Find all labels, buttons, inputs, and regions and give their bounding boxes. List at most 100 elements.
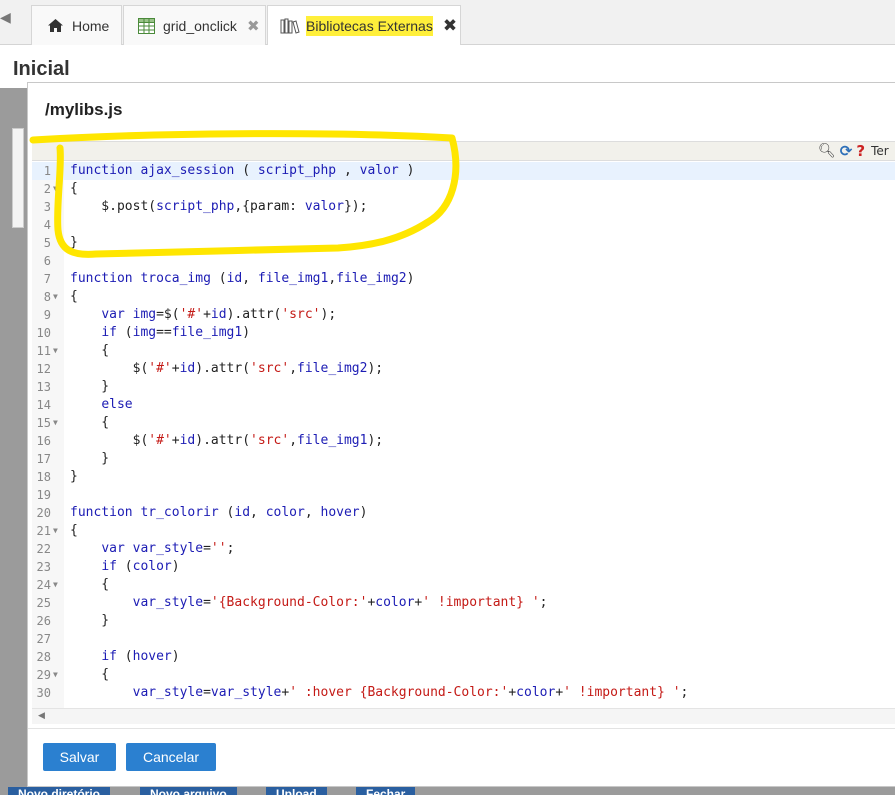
horizontal-scrollbar[interactable]: ◀	[32, 708, 895, 724]
line-number: 24	[36, 578, 51, 592]
code-line[interactable]: 11 ▼ {	[32, 342, 895, 360]
code-text: if (img==file_img1)	[101, 325, 251, 340]
fold-toggle-icon[interactable]: ▼	[53, 522, 58, 540]
code-text: }	[70, 469, 78, 484]
code-line[interactable]: 12 $('#'+id).attr('src',file_img2);	[32, 360, 895, 378]
code-line[interactable]: 18}	[32, 468, 895, 486]
code-text: }	[70, 613, 110, 628]
code-line[interactable]: 14 else	[32, 396, 895, 414]
code-line[interactable]: 1 function ajax_session ( script_php , va…	[32, 162, 895, 180]
code-line[interactable]: 20 function tr_colorir (id, color, hover)	[32, 504, 895, 522]
code-line[interactable]: 2 ▼ {	[32, 180, 895, 198]
close-icon[interactable]: ✖	[443, 16, 457, 36]
code-line[interactable]: 7 function troca_img (id, file_img1,file_…	[32, 270, 895, 288]
line-number: 6	[43, 254, 51, 268]
tab-bar: ◀ Home grid_onclick ✖ Bibliotecas Extern…	[0, 0, 895, 45]
line-number: 23	[36, 560, 51, 574]
close-icon[interactable]: ✖	[247, 17, 260, 35]
code-line[interactable]: 15 ▼ {	[32, 414, 895, 432]
theme-label[interactable]: Ter	[871, 144, 889, 158]
code-line[interactable]: 13 }	[32, 378, 895, 396]
tab-grid-onclick-label: grid_onclick	[163, 17, 237, 34]
line-number: 1	[43, 164, 51, 178]
new-directory-button[interactable]: Novo diretório	[8, 787, 111, 795]
code-line[interactable]: 6	[32, 252, 895, 270]
code-text: if (color)	[101, 559, 180, 574]
code-text: {	[70, 415, 110, 430]
code-text: if (hover)	[101, 649, 180, 664]
code-line[interactable]: 19	[32, 486, 895, 504]
scroll-left-arrow-icon[interactable]: ◀	[38, 711, 45, 721]
line-number: 22	[36, 542, 51, 556]
upload-button[interactable]: Upload	[266, 787, 327, 795]
line-number: 29	[36, 668, 51, 682]
line-number: 20	[36, 506, 51, 520]
new-file-button[interactable]: Novo arquivo	[140, 787, 237, 795]
code-line[interactable]: 8 ▼ {	[32, 288, 895, 306]
line-number: 25	[36, 596, 51, 610]
line-number: 30	[36, 686, 51, 700]
line-number: 13	[36, 380, 51, 394]
code-line[interactable]: 21 ▼ {	[32, 522, 895, 540]
fold-toggle-icon[interactable]: ▼	[53, 666, 58, 684]
fold-toggle-icon[interactable]: ▼	[53, 414, 58, 432]
code-line[interactable]: 27	[32, 630, 895, 648]
code-text: {	[70, 523, 78, 538]
code-text: else	[101, 397, 133, 412]
search-icon[interactable]: 🔍︎	[818, 143, 836, 159]
close-button[interactable]: Fechar	[356, 787, 416, 795]
code-line[interactable]: 25 var_style='{Background-Color:'+color+…	[32, 594, 895, 612]
code-line[interactable]: 16 $('#'+id).attr('src',file_img1);	[32, 432, 895, 450]
code-line[interactable]: 22 var var_style='';	[32, 540, 895, 558]
code-line[interactable]: 29 ▼ {	[32, 666, 895, 684]
cancel-button[interactable]: Cancelar	[126, 743, 216, 771]
file-editor-dialog: /mylibs.js 🔍︎ ⟳ ? Ter 1 function ajax_ses…	[27, 82, 895, 787]
dialog-title: /mylibs.js	[45, 100, 123, 119]
grid-icon	[138, 17, 155, 34]
code-text: var_style='{Background-Color:'+color+' !…	[132, 595, 548, 610]
tab-home-label: Home	[72, 17, 110, 34]
code-text: $.post(script_php,{param: valor});	[70, 199, 368, 214]
code-line[interactable]: 17 }	[32, 450, 895, 468]
code-text: function tr_colorir (id, color, hover)	[70, 505, 368, 520]
code-text: var img=$('#'+id).attr('src');	[101, 307, 337, 322]
refresh-icon[interactable]: ⟳	[840, 142, 853, 160]
fold-toggle-icon[interactable]: ▼	[53, 576, 58, 594]
page-title: Inicial	[13, 58, 70, 80]
code-text: function ajax_session ( script_php , val…	[70, 163, 415, 178]
code-line[interactable]: 10 if (img==file_img1)	[32, 324, 895, 342]
code-editor[interactable]: 1 function ajax_session ( script_php , va…	[32, 162, 895, 708]
code-text: var var_style='';	[101, 541, 235, 556]
code-line[interactable]: 4	[32, 216, 895, 234]
code-line[interactable]: 9 var img=$('#'+id).attr('src');	[32, 306, 895, 324]
code-line[interactable]: 5}	[32, 234, 895, 252]
fold-toggle-icon[interactable]: ▼	[53, 180, 58, 198]
line-number: 4	[43, 218, 51, 232]
fold-toggle-icon[interactable]: ▼	[53, 288, 58, 306]
code-line[interactable]: 26 }	[32, 612, 895, 630]
code-text: var_style=var_style+' :hover {Background…	[132, 685, 689, 700]
tab-bibliotecas-externas-label: Bibliotecas Externas	[306, 15, 433, 36]
code-text: }	[70, 235, 78, 250]
tab-bibliotecas-externas[interactable]: Bibliotecas Externas ✖	[267, 5, 461, 45]
scroll-left-icon[interactable]: ◀	[0, 10, 11, 26]
tab-home[interactable]: Home	[31, 5, 122, 45]
help-icon[interactable]: ?	[856, 142, 865, 160]
line-number: 11	[36, 344, 51, 358]
save-button[interactable]: Salvar	[43, 743, 116, 771]
line-number: 12	[36, 362, 51, 376]
code-line[interactable]: 24 ▼ {	[32, 576, 895, 594]
dialog-footer-divider	[28, 728, 895, 729]
tab-grid-onclick[interactable]: grid_onclick ✖	[123, 5, 266, 45]
line-number: 17	[36, 452, 51, 466]
code-line[interactable]: 23 if (color)	[32, 558, 895, 576]
code-line[interactable]: 3 $.post(script_php,{param: valor});	[32, 198, 895, 216]
line-number: 5	[43, 236, 51, 250]
fold-toggle-icon[interactable]: ▼	[53, 342, 58, 360]
line-number: 19	[36, 488, 51, 502]
library-icon	[280, 18, 300, 34]
line-number: 7	[43, 272, 51, 286]
code-text: function troca_img (id, file_img1,file_i…	[70, 271, 415, 286]
code-line[interactable]: 28 if (hover)	[32, 648, 895, 666]
code-line[interactable]: 30 var_style=var_style+' :hover {Backgro…	[32, 684, 895, 702]
